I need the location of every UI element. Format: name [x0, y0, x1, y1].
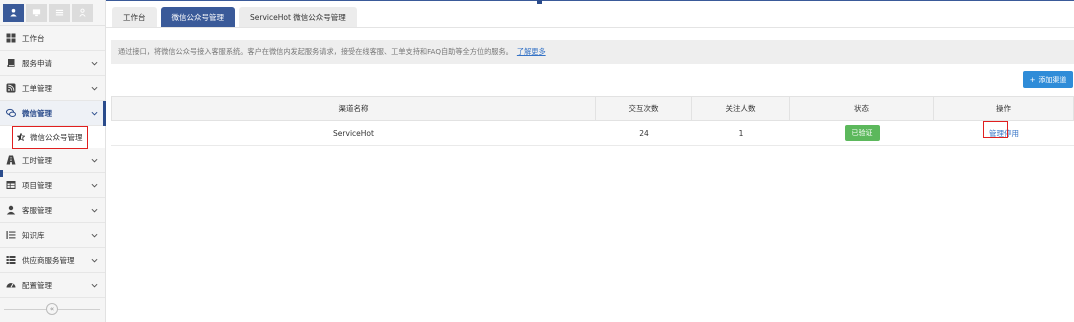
status-badge: 已验证 [844, 125, 880, 141]
add-channel-label: 添加渠道 [1038, 75, 1067, 84]
highlight-box-sidebar [12, 126, 88, 149]
gauge-icon [6, 280, 16, 290]
monitor-icon[interactable] [26, 3, 47, 22]
sidebar-item-supplier-service[interactable]: 供应商服务管理 [0, 248, 105, 273]
table-row: ServiceHot 24 1 已验证 管理 停用 [111, 120, 1074, 146]
rss-icon [6, 83, 16, 93]
sidebar-item-label: 知识库 [22, 230, 45, 240]
tab-wechat-account-management[interactable]: 微信公众号管理 [160, 7, 235, 27]
top-border [106, 0, 1074, 1]
chevron-down-icon [91, 206, 99, 214]
chevron-down-icon [91, 59, 99, 67]
info-notice: 通过接口，将微信公众号接入客服系统。客户在微信内发起服务请求，接受在线客服、工单… [111, 40, 1074, 64]
th-list-icon [6, 255, 16, 265]
collapse-icon[interactable]: « [46, 303, 58, 315]
notice-text: 通过接口，将微信公众号接入客服系统。客户在微信内发起服务请求，接受在线客服、工单… [118, 47, 513, 56]
chevron-down-icon [91, 109, 99, 117]
add-channel-button[interactable]: + 添加渠道 [1023, 71, 1073, 88]
sidebar-item-knowledge-base[interactable]: 知识库 [0, 223, 105, 248]
column-header-actions: 操作 [934, 97, 1074, 120]
sidebar-item-customer-service[interactable]: 客服管理 [0, 198, 105, 223]
sidebar-item-workbench[interactable]: 工作台 [0, 26, 105, 51]
chevron-down-icon [91, 181, 99, 189]
column-header-followers: 关注人数 [692, 97, 790, 120]
highlight-box-manage [983, 120, 1008, 138]
sidebar-toolbar [0, 0, 105, 26]
user-icon [6, 205, 16, 215]
sidebar-item-label: 工时管理 [22, 155, 52, 165]
cell-actions: 管理 停用 [934, 120, 1074, 145]
list-indent-icon [6, 230, 16, 240]
chevron-down-icon [91, 281, 99, 289]
road-icon [6, 155, 16, 165]
channel-table: 渠道名称 交互次数 关注人数 状态 操作 ServiceHot 24 1 已验证… [111, 96, 1074, 146]
book-icon [6, 58, 16, 68]
chevron-down-icon [91, 256, 99, 264]
chevron-down-icon [91, 156, 99, 164]
windows-icon [6, 33, 16, 43]
table-icon [6, 180, 16, 190]
tab-servicehot-wechat[interactable]: ServiceHot 微信公众号管理 [239, 7, 357, 27]
cell-channel-name: ServiceHot [333, 128, 374, 138]
sidebar-item-label: 配置管理 [22, 280, 52, 290]
tab-bar: 工作台 微信公众号管理 ServiceHot 微信公众号管理 [112, 7, 357, 27]
edge-marker [537, 0, 542, 4]
sidebar-item-label: 工单管理 [22, 83, 52, 93]
user-icon[interactable] [3, 3, 24, 22]
cell-status: 已验证 [790, 121, 934, 145]
tab-workbench[interactable]: 工作台 [112, 7, 157, 27]
sidebar-item-ticket[interactable]: 工单管理 [0, 76, 105, 101]
sidebar-item-label: 供应商服务管理 [22, 255, 75, 265]
learn-more-link[interactable]: 了解更多 [517, 47, 546, 57]
sidebar-item-label: 客服管理 [22, 205, 52, 215]
column-header-name: 渠道名称 [111, 97, 596, 120]
sidebar-item-label: 微信管理 [22, 108, 52, 118]
column-header-interactions: 交互次数 [596, 97, 692, 120]
sidebar-item-label: 工作台 [22, 33, 45, 43]
plus-icon: + [1029, 75, 1036, 84]
sidebar-menu: 工作台 服务申请 工单管理 微信管理 微信公众号管理 工时管理 项目管理 客服管… [0, 26, 106, 298]
person-icon[interactable] [72, 3, 93, 22]
cell-followers: 1 [738, 128, 744, 138]
chat-icon [6, 108, 16, 118]
chevron-down-icon [91, 84, 99, 92]
sidebar-item-wechat[interactable]: 微信管理 [0, 101, 106, 126]
sidebar: 工作台 服务申请 工单管理 微信管理 微信公众号管理 工时管理 项目管理 客服管… [0, 0, 106, 322]
chevron-down-icon [91, 231, 99, 239]
sidebar-item-project[interactable]: 项目管理 [0, 173, 105, 198]
actions-group: 管理 停用 [983, 120, 1019, 139]
sidebar-item-label: 项目管理 [22, 180, 52, 190]
sidebar-item-service-request[interactable]: 服务申请 [0, 51, 105, 76]
list-icon[interactable] [49, 3, 70, 22]
edge-marker [0, 170, 3, 177]
sidebar-collapse[interactable]: « [4, 302, 100, 316]
sidebar-item-config[interactable]: 配置管理 [0, 273, 105, 298]
sidebar-item-label: 服务申请 [22, 58, 52, 68]
cell-interactions: 24 [639, 128, 649, 138]
table-header: 渠道名称 交互次数 关注人数 状态 操作 [111, 96, 1074, 121]
sidebar-item-worktime[interactable]: 工时管理 [0, 148, 105, 173]
column-header-status: 状态 [790, 97, 934, 120]
tab-divider [106, 27, 1074, 28]
